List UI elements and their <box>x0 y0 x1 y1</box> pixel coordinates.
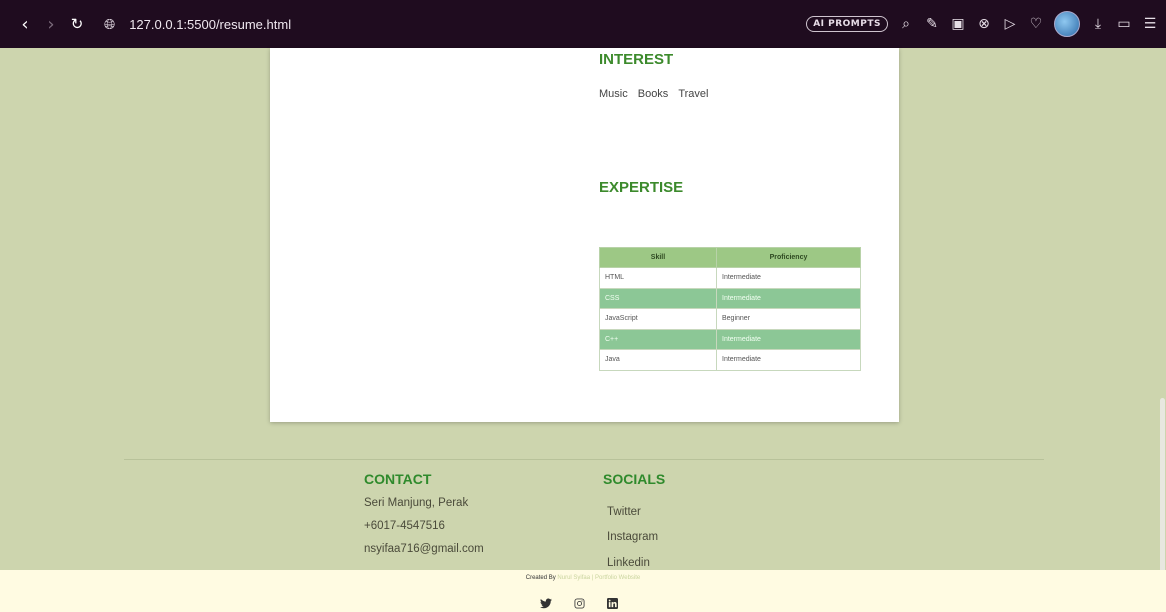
social-link-linkedin[interactable]: Linkedin <box>607 557 650 569</box>
socials-title: SOCIALS <box>603 471 666 487</box>
proficiency-header: Proficiency <box>716 247 861 268</box>
table-row: C++ Intermediate <box>599 328 861 350</box>
edit-icon[interactable]: ✎ <box>924 16 940 32</box>
instagram-icon[interactable] <box>574 598 585 612</box>
table-row: JavaScript Beginner <box>599 308 861 330</box>
table-row: HTML Intermediate <box>599 267 861 289</box>
address-bar[interactable]: 🌐︎ 127.0.0.1:5500/resume.html <box>104 16 291 33</box>
credit-prefix: Created By <box>525 575 556 581</box>
table-header-row: Skill Proficiency <box>599 247 861 268</box>
url-text: 127.0.0.1:5500/resume.html <box>129 16 292 32</box>
contact-phone: +6017-4547516 <box>364 520 445 532</box>
interest-item: Travel <box>678 88 709 100</box>
contact-email: nsyifaa716@gmail.com <box>364 543 484 555</box>
profile-avatar[interactable] <box>1054 11 1080 37</box>
contact-title: CONTACT <box>364 471 432 487</box>
footer-divider <box>124 459 1044 460</box>
linkedin-icon[interactable] <box>607 598 618 612</box>
credit-text: Created By Nurul Syifaa | Portfolio Webs… <box>0 575 1166 581</box>
proficiency-cell: Intermediate <box>716 287 861 309</box>
search-icon[interactable]: ⌕ <box>898 16 914 32</box>
credit-name[interactable]: Nurul Syifaa | Portfolio Website <box>557 575 640 581</box>
browser-toolbar: ‹ › ↻ 🌐︎ 127.0.0.1:5500/resume.html AI P… <box>0 0 1166 48</box>
reload-icon[interactable]: ↻ <box>64 11 90 37</box>
social-link-instagram[interactable]: Instagram <box>607 531 658 543</box>
heart-icon[interactable]: ♡ <box>1028 16 1044 32</box>
send-icon[interactable]: ▷ <box>1002 16 1018 32</box>
close-circle-icon[interactable]: ⊗ <box>976 16 992 32</box>
skill-cell: HTML <box>599 267 717 289</box>
camera-icon[interactable]: ▣ <box>950 16 966 32</box>
twitter-icon[interactable] <box>540 598 552 612</box>
proficiency-cell: Intermediate <box>716 267 861 289</box>
skill-cell: CSS <box>599 287 717 309</box>
resume-card: INTEREST Music Books Travel EXPERTISE Sk… <box>270 48 899 422</box>
interest-list: Music Books Travel <box>599 88 708 100</box>
forward-icon[interactable]: › <box>38 11 64 37</box>
proficiency-cell: Intermediate <box>716 328 861 350</box>
contact-location: Seri Manjung, Perak <box>364 497 469 509</box>
credit-bar: Created By Nurul Syifaa | Portfolio Webs… <box>0 570 1166 612</box>
social-link-twitter[interactable]: Twitter <box>607 506 641 518</box>
ai-prompts-button[interactable]: AI PROMPTS <box>806 16 888 32</box>
site-info-icon[interactable]: 🌐︎ <box>104 16 115 33</box>
skill-cell: Java <box>599 349 717 371</box>
skill-header: Skill <box>599 247 717 268</box>
interest-title: INTEREST <box>599 51 674 68</box>
skill-cell: C++ <box>599 328 717 350</box>
vertical-scrollbar[interactable] <box>1158 48 1166 612</box>
interest-item: Books <box>637 88 669 100</box>
table-row: Java Intermediate <box>599 349 861 371</box>
interest-item: Music <box>599 88 628 100</box>
expertise-title: EXPERTISE <box>599 179 684 196</box>
footer-social-icons <box>540 598 618 612</box>
battery-icon[interactable]: ▭ <box>1116 16 1132 32</box>
skill-cell: JavaScript <box>599 308 717 330</box>
scrollbar-thumb[interactable] <box>1160 398 1165 588</box>
table-row: CSS Intermediate <box>599 287 861 309</box>
skills-table: Skill Proficiency HTML Intermediate CSS … <box>599 247 861 371</box>
proficiency-cell: Beginner <box>716 308 861 330</box>
menu-icon[interactable]: ☰ <box>1142 16 1158 32</box>
download-icon[interactable]: ⤓ <box>1090 16 1106 32</box>
back-icon[interactable]: ‹ <box>12 11 38 37</box>
proficiency-cell: Intermediate <box>716 349 861 371</box>
